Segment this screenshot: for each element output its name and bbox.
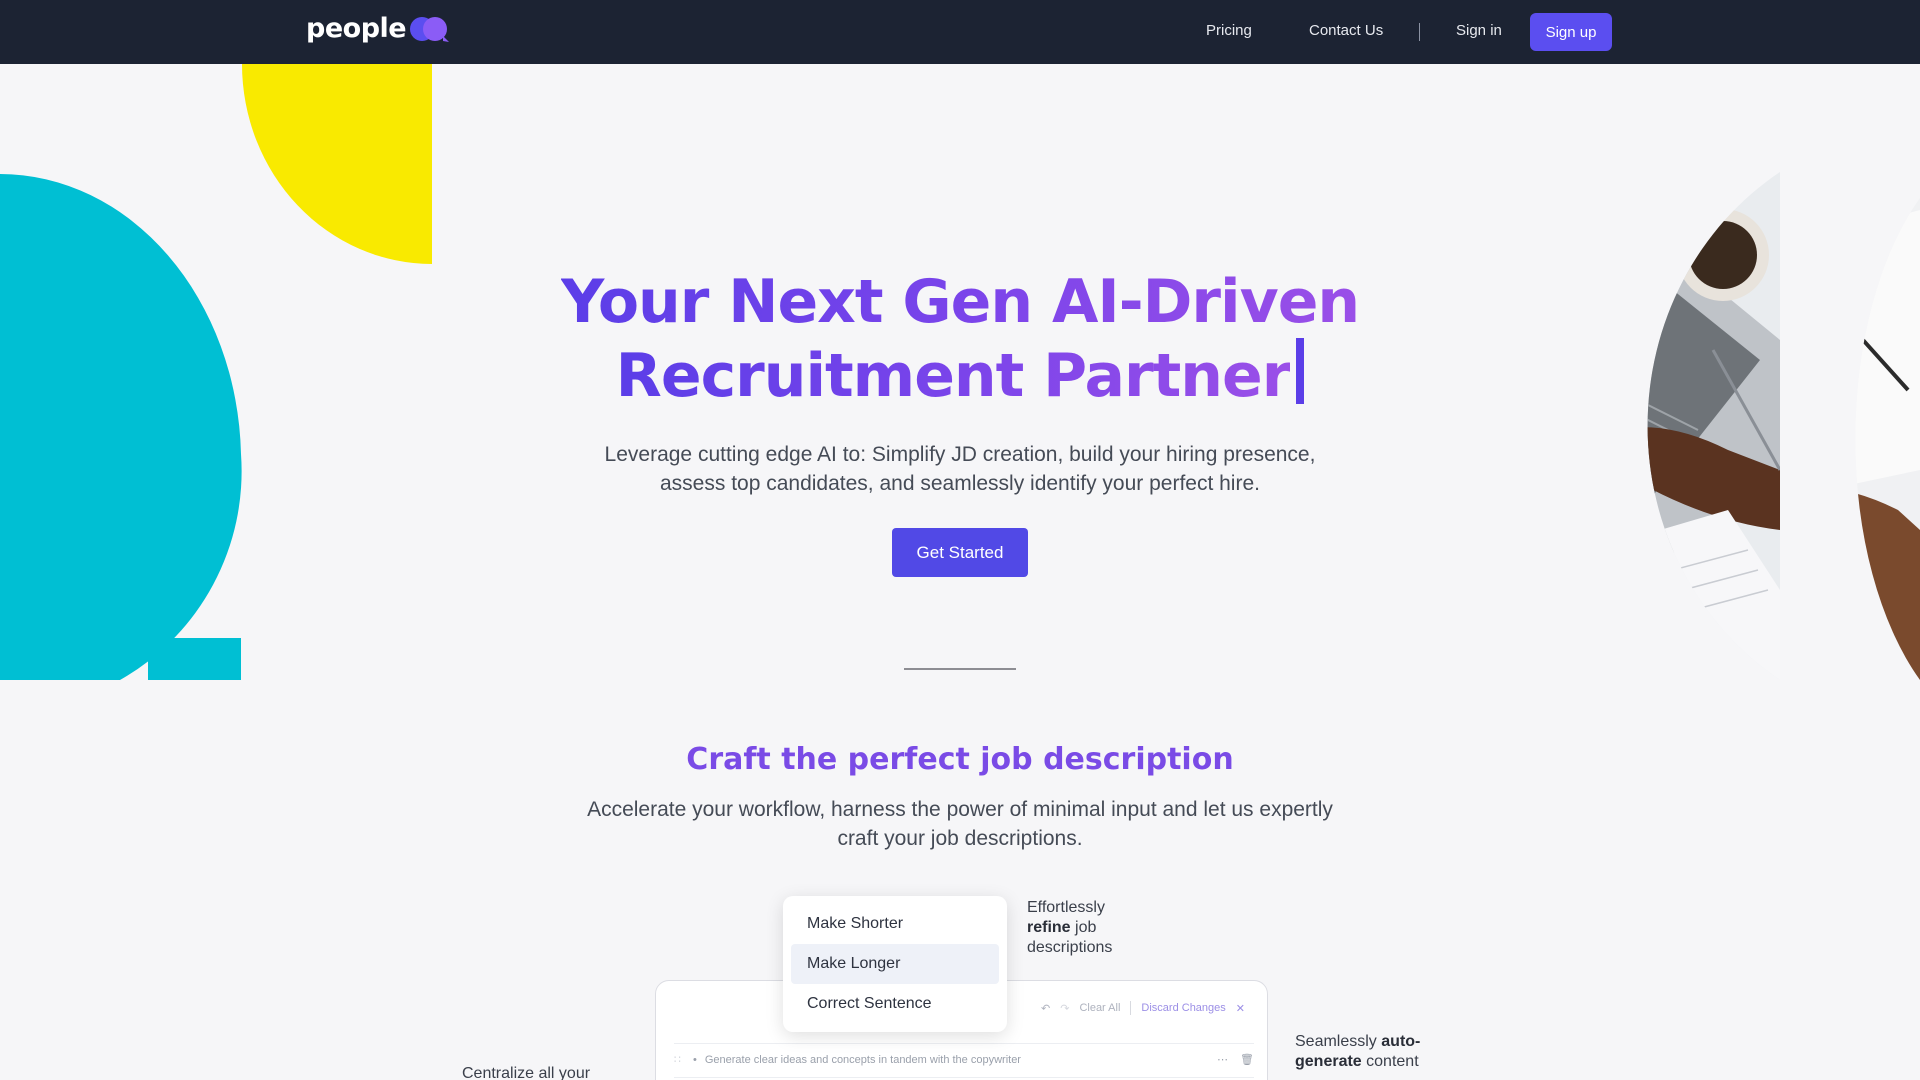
editor-row-text[interactable]: Generate clear ideas and concepts in tan… [705, 1054, 1021, 1066]
menu-item-correct-sentence[interactable]: Correct Sentence [791, 984, 999, 1024]
hero-workspace-photo [1647, 172, 1920, 680]
auto-note-text: content [1366, 1053, 1419, 1070]
logo[interactable]: people [306, 13, 453, 44]
nav-link-contact-us[interactable]: Contact Us [1309, 22, 1383, 39]
menu-item-make-shorter[interactable]: Make Shorter [791, 904, 999, 944]
undo-icon[interactable]: ↶ [1041, 1002, 1050, 1015]
toolbar-divider [1130, 1001, 1132, 1015]
section-divider [904, 668, 1016, 670]
hero-left-decoration [0, 64, 432, 680]
clear-all-button[interactable]: Clear All [1079, 1002, 1120, 1014]
section-title: Craft the perfect job description [686, 742, 1234, 777]
top-navbar: people Pricing Contact Us Sign in Sign u… [0, 0, 1920, 64]
nav-link-pricing[interactable]: Pricing [1206, 22, 1252, 39]
auto-generate-note: Seamlessly auto- generate content [1295, 1032, 1420, 1072]
hero-subtitle-line2: assess top candidates, and seamlessly id… [660, 472, 1260, 495]
hero-subtitle: Leverage cutting edge AI to: Simplify JD… [560, 440, 1360, 498]
close-icon[interactable]: ✕ [1236, 1002, 1245, 1015]
refine-note-bold: refine [1027, 919, 1071, 936]
centralize-note: Centralize all your [462, 1064, 590, 1080]
refine-dropdown-menu: Make Shorter Make Longer Correct Sentenc… [783, 896, 1007, 1032]
centralize-note-text: Centralize all your [462, 1065, 591, 1080]
get-started-button[interactable]: Get Started [892, 528, 1028, 577]
more-icon[interactable]: ⋯ [1217, 1053, 1228, 1066]
refine-note-text: job [1075, 919, 1097, 936]
sign-up-button[interactable]: Sign up [1530, 13, 1612, 51]
discard-changes-button[interactable]: Discard Changes [1141, 1002, 1225, 1014]
trash-icon[interactable]: 🗑 [1240, 1053, 1254, 1066]
editor-row [674, 1077, 1254, 1078]
section-subtitle-line1: Accelerate your workflow, harness the po… [587, 798, 1333, 821]
hero-title-line2: Recruitment Partner [615, 341, 1292, 411]
section-subtitle: Accelerate your workflow, harness the po… [560, 795, 1360, 853]
refine-note-text: descriptions [1027, 939, 1113, 956]
auto-note-bold: auto- [1381, 1033, 1421, 1050]
refine-note: Effortlessly refine job descriptions [1027, 898, 1112, 958]
logo-mark-icon [410, 16, 450, 42]
logo-text: people [306, 13, 407, 44]
typing-caret [1296, 338, 1305, 404]
section-subtitle-line2: craft your job descriptions. [837, 827, 1083, 850]
redo-icon[interactable]: ↷ [1060, 1002, 1069, 1015]
hero-title: Your Next Gen AI-Driven Recruitment Part… [460, 266, 1460, 412]
editor-toolbar: ↶ ↷ Clear All Discard Changes ✕ [1041, 1001, 1245, 1015]
nav-link-sign-in[interactable]: Sign in [1456, 22, 1502, 39]
bullet-icon: • [693, 1053, 697, 1066]
auto-note-bold: generate [1295, 1053, 1362, 1070]
hero-title-line1: Your Next Gen AI-Driven [560, 267, 1360, 337]
editor-row: ∷ • Generate clear ideas and concepts in… [674, 1043, 1254, 1066]
hero-subtitle-line1: Leverage cutting edge AI to: Simplify JD… [604, 443, 1316, 466]
drag-handle-icon[interactable]: ∷ [674, 1053, 681, 1066]
nav-divider [1419, 23, 1420, 41]
auto-note-text: Seamlessly [1295, 1033, 1377, 1050]
menu-item-make-longer[interactable]: Make Longer [791, 944, 999, 984]
refine-note-text: Effortlessly [1027, 899, 1105, 916]
